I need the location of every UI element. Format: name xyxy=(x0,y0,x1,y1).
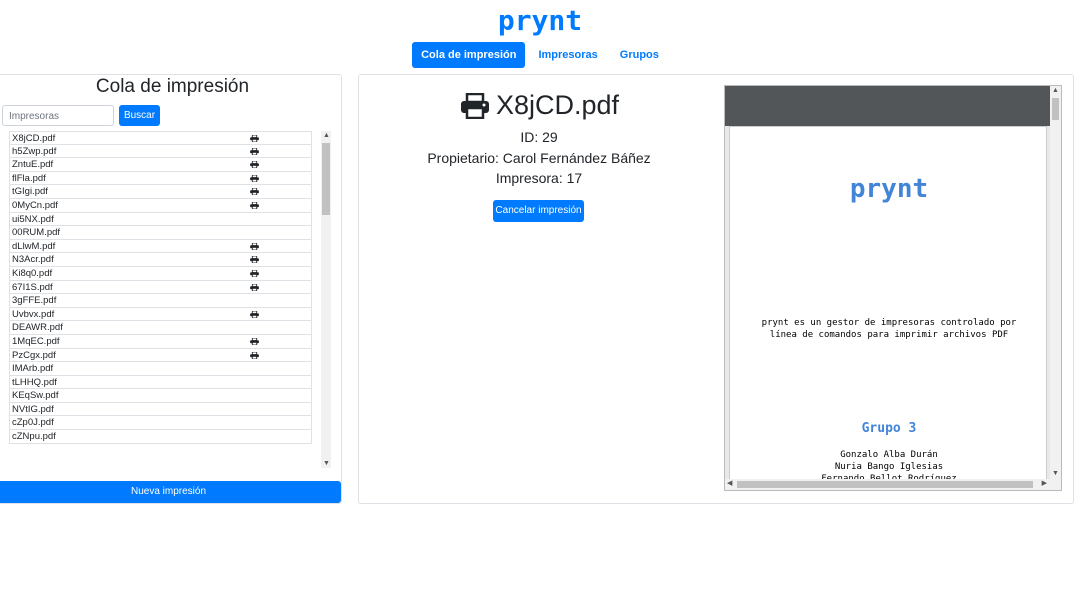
printer-icon xyxy=(250,242,259,250)
list-item-label: flFla.pdf xyxy=(12,172,46,184)
printer-icon xyxy=(250,269,259,277)
queue-list: X8jCD.pdf h5Zwp.pdf ZntuE.pdf flFla.pdf tGIg… xyxy=(9,131,312,468)
doc-owner: Propietario: Carol Fernández Báñez xyxy=(427,150,651,166)
list-item[interactable]: 00RUM.pdf xyxy=(9,226,312,240)
list-item-label: tLHHQ.pdf xyxy=(12,376,57,388)
list-item-label: 67I1S.pdf xyxy=(12,281,53,293)
list-item-label: cZNpu.pdf xyxy=(12,431,56,443)
list-item-label: DEAWR.pdf xyxy=(12,322,63,334)
pdf-vertical-scrollbar[interactable]: ▲ ▼ xyxy=(1050,86,1061,479)
list-item-label: 1MqEC.pdf xyxy=(12,335,60,347)
list-item[interactable]: 0MyCn.pdf xyxy=(9,198,312,213)
brand-logo[interactable]: prynt xyxy=(0,4,1080,37)
list-item[interactable]: tGIgi.pdf xyxy=(9,185,312,199)
pdf-scroll-left-arrow[interactable]: ◀ xyxy=(727,480,732,488)
pdf-member: Gonzalo Alba Durán xyxy=(840,450,938,460)
new-print-button[interactable]: Nueva impresión xyxy=(0,481,341,503)
nav-impresoras[interactable]: Impresoras xyxy=(529,42,606,68)
pdf-viewer[interactable]: prynt prynt es un gestor de impresoras c… xyxy=(724,85,1062,491)
list-item[interactable]: IMArb.pdf xyxy=(9,362,312,376)
list-item-label: Uvbvx.pdf xyxy=(12,308,55,320)
pdf-desc-line1: prynt es un gestor de impresoras control… xyxy=(761,318,1017,328)
list-item[interactable]: 3gFFE.pdf xyxy=(9,294,312,308)
list-item[interactable]: Ki8q0.pdf xyxy=(9,266,312,281)
list-item-label: Ki8q0.pdf xyxy=(12,267,53,279)
list-item[interactable]: DEAWR.pdf xyxy=(9,321,312,335)
list-item-label: cZp0J.pdf xyxy=(12,417,54,429)
list-item[interactable]: ui5NX.pdf xyxy=(9,212,312,227)
printer-icon xyxy=(250,256,259,264)
cancel-print-button[interactable]: Cancelar impresión xyxy=(493,200,584,222)
list-item[interactable]: dLlwM.pdf xyxy=(9,239,312,254)
list-item-label: NVtIG.pdf xyxy=(12,403,54,415)
nav-cola[interactable]: Cola de impresión xyxy=(412,42,526,68)
nav-grupos[interactable]: Grupos xyxy=(611,42,668,68)
pdf-scroll-down-arrow[interactable]: ▼ xyxy=(1052,470,1059,478)
pdf-scroll-right-arrow[interactable]: ▶ xyxy=(1042,480,1047,488)
pdf-hscroll-thumb[interactable] xyxy=(737,481,1033,488)
pdf-group: Grupo 3 xyxy=(861,421,917,436)
list-item-label: PzCgx.pdf xyxy=(12,349,56,361)
list-item[interactable]: tLHHQ.pdf xyxy=(9,375,312,390)
list-item[interactable]: h5Zwp.pdf xyxy=(9,144,312,159)
printer-icon xyxy=(461,92,489,119)
doc-id: ID: 29 xyxy=(520,129,558,145)
list-item[interactable]: 67I1S.pdf xyxy=(9,280,312,295)
list-item-label: IMArb.pdf xyxy=(12,363,54,375)
scroll-up-arrow[interactable]: ▲ xyxy=(323,132,330,139)
search-button[interactable]: Buscar xyxy=(119,105,160,126)
pdf-description: prynt es un gestor de impresoras control… xyxy=(730,317,1046,341)
list-item[interactable]: NVtIG.pdf xyxy=(9,402,312,417)
search-input[interactable]: Impresoras xyxy=(2,105,114,126)
list-item-label: h5Zwp.pdf xyxy=(12,145,57,157)
printer-icon xyxy=(250,351,259,359)
list-item[interactable]: flFla.pdf xyxy=(9,171,312,186)
list-item-label: 0MyCn.pdf xyxy=(12,199,58,211)
list-item[interactable]: Uvbvx.pdf xyxy=(9,307,312,322)
printer-icon xyxy=(250,201,259,209)
list-item-label: 00RUM.pdf xyxy=(12,227,61,239)
list-item[interactable]: cZp0J.pdf xyxy=(9,416,312,431)
scroll-down-arrow[interactable]: ▼ xyxy=(323,460,330,467)
printer-icon xyxy=(250,135,259,142)
queue-title: Cola de impresión xyxy=(95,76,250,97)
list-item[interactable]: N3Acr.pdf xyxy=(9,253,312,267)
printer-icon xyxy=(250,161,259,169)
list-item-label: tGIgi.pdf xyxy=(12,186,48,198)
doc-filename: X8jCD.pdf xyxy=(496,90,620,120)
printer-icon xyxy=(250,283,259,291)
list-item[interactable]: cZNpu.pdf xyxy=(9,430,312,444)
pdf-desc-line2: línea de comandos para imprimir archivos… xyxy=(769,330,1009,340)
pdf-page: prynt prynt es un gestor de impresoras c… xyxy=(729,126,1047,482)
list-item[interactable]: PzCgx.pdf xyxy=(9,348,312,363)
doc-printer: Impresora: 17 xyxy=(495,170,583,186)
doc-title: X8jCD.pdf xyxy=(460,90,619,121)
pdf-brand: prynt xyxy=(849,174,929,204)
list-item[interactable]: X8jCD.pdf xyxy=(9,131,312,145)
pdf-vscroll-thumb[interactable] xyxy=(1052,98,1059,120)
list-item[interactable]: ZntuE.pdf xyxy=(9,158,312,172)
list-item-label: ui5NX.pdf xyxy=(12,213,54,225)
pdf-toolbar xyxy=(725,86,1051,126)
scroll-thumb[interactable] xyxy=(322,143,330,215)
main-nav: Cola de impresión Impresoras Grupos xyxy=(0,42,1080,68)
list-item-label: KEqSw.pdf xyxy=(12,390,59,402)
pdf-scroll-up-arrow[interactable]: ▲ xyxy=(1052,87,1059,95)
list-item-label: 3gFFE.pdf xyxy=(12,295,57,307)
list-item-label: X8jCD.pdf xyxy=(12,133,56,144)
queue-scrollbar[interactable]: ▲ ▼ xyxy=(321,131,331,468)
printer-icon xyxy=(250,174,259,182)
printer-icon xyxy=(250,147,259,155)
printer-icon xyxy=(250,310,259,318)
printer-icon xyxy=(250,188,259,196)
printer-icon xyxy=(250,337,259,345)
list-item-label: N3Acr.pdf xyxy=(12,254,54,266)
pdf-member: Nuria Bango Iglesias xyxy=(834,462,944,472)
list-item[interactable]: KEqSw.pdf xyxy=(9,389,312,403)
pdf-horizontal-scrollbar[interactable]: ◀ ▶ xyxy=(725,479,1061,490)
list-item-label: dLlwM.pdf xyxy=(12,240,56,252)
list-item-label: ZntuE.pdf xyxy=(12,159,54,171)
list-item[interactable]: 1MqEC.pdf xyxy=(9,334,312,349)
